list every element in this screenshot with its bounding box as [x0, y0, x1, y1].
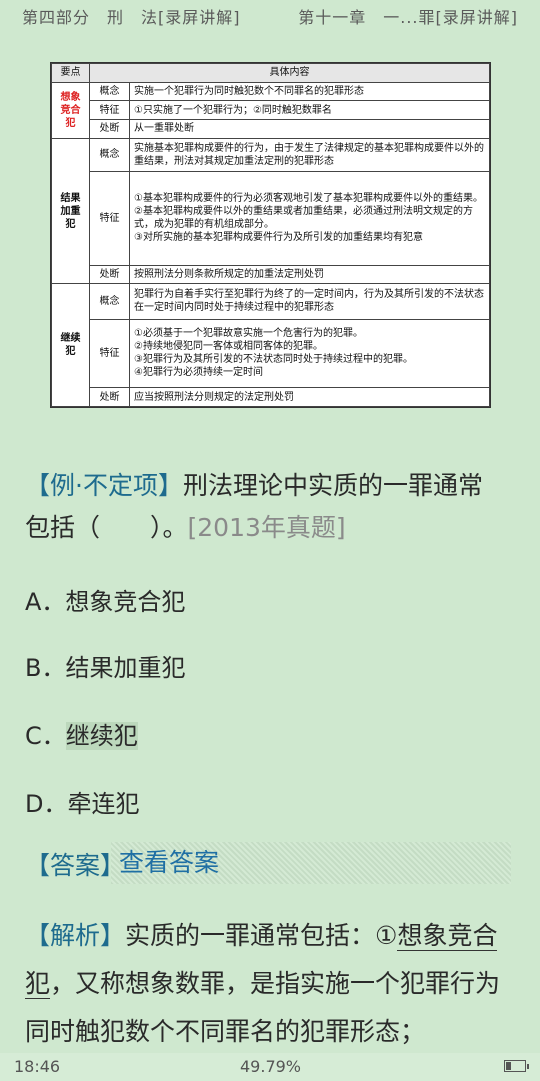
feature-line: ①必须基于一个犯罪故意实施一个危害行为的犯罪。: [134, 328, 363, 340]
row-text: 犯罪行为自着手实行至犯罪行为终了的一定时间内，行为及其所引发的不法状态在一定时间…: [129, 283, 490, 320]
battery-icon: [504, 1060, 529, 1072]
row-text: ①必须基于一个犯罪故意实施一个危害行为的犯罪。 ②持续地侵犯同一客体或相同客体的…: [129, 318, 490, 389]
summary-table: 要点 具体内容 想象竞合犯 概念 实施一个犯罪行为同时触犯数个不同罪名的犯罪形态…: [51, 63, 490, 407]
row-text: ①只实施了一个犯罪行为；②同时触犯数罪名: [129, 100, 490, 121]
analysis-text: 【解析】实质的一罪通常包括：①想象竞合犯，又称想象数罪，是指实施一个犯罪行为同时…: [25, 912, 520, 1056]
reader-header: 第四部分 刑 法[录屏讲解] 第十一章 一...罪[录屏讲解]: [0, 0, 540, 30]
row-label: 概念: [89, 283, 130, 320]
analysis-part-2: ，又称想象数罪，是指实施一个犯罪行为同时触犯数个不同罪名的犯罪形态；: [25, 969, 501, 1046]
row-text: 实施一个犯罪行为同时触犯数个不同罪名的犯罪形态: [129, 81, 490, 102]
option-d[interactable]: D．牵连犯: [25, 784, 139, 819]
row-label: 处断: [89, 387, 130, 407]
row-label: 处断: [89, 264, 130, 285]
analysis-part-1: 实质的一罪通常包括：①: [125, 921, 398, 950]
battery-fill: [506, 1062, 512, 1070]
option-c-prefix: C．: [25, 722, 66, 750]
question-text-cont: 包括（ ）。: [25, 513, 188, 542]
option-a[interactable]: A．想象竞合犯: [25, 582, 185, 617]
col-header-point: 要点: [51, 63, 90, 83]
clock: 18:46: [14, 1057, 61, 1076]
option-c[interactable]: C．继续犯: [25, 716, 138, 751]
question-line-1: 【例·不定项】刑法理论中实质的一罪通常: [25, 466, 483, 506]
row-label: 特征: [89, 100, 130, 121]
question-line-2: 包括（ ）。[2013年真题]: [25, 508, 346, 548]
feature-line: ③对所实施的基本犯罪构成要件行为及所引发的加重结果均有犯意: [134, 232, 423, 244]
answer-tag: 【答案】: [25, 851, 126, 880]
row-label: 特征: [89, 318, 130, 389]
group-name: 继续犯: [51, 283, 90, 407]
row-text: 按照刑法分则条款所规定的加重法定刑处罚: [129, 264, 490, 285]
row-text: 实施基本犯罪构成要件的行为，由于发生了法律规定的基本犯罪构成要件以外的重结果，刑…: [129, 137, 490, 173]
feature-line: ②基本犯罪构成要件以外的重结果或者加重结果，必须通过刑法明文规定的方式，成为犯罪…: [134, 206, 473, 231]
row-text: 应当按照刑法分则规定的法定刑处罚: [129, 387, 490, 407]
row-text: 从一重罪处断: [129, 119, 490, 139]
question-year: [2013年真题]: [187, 513, 346, 542]
feature-line: ①基本犯罪构成要件的行为必须客观地引发了基本犯罪构成要件以外的重结果。: [134, 193, 483, 205]
feature-line: ③犯罪行为及其所引发的不法状态同时处于持续过程中的犯罪。: [134, 354, 413, 366]
group-name: 结果加重犯: [51, 137, 90, 285]
col-header-content: 具体内容: [89, 63, 490, 83]
group-name: 想象竞合犯: [51, 81, 90, 139]
feature-line: ②持续地侵犯同一客体或相同客体的犯罪。: [134, 341, 323, 353]
question-tag: 【例·不定项】: [25, 471, 183, 500]
option-c-text: 继续犯: [65, 722, 138, 750]
row-text: ①基本犯罪构成要件的行为必须客观地引发了基本犯罪构成要件以外的重结果。 ②基本犯…: [129, 171, 490, 266]
row-label: 处断: [89, 119, 130, 139]
option-b[interactable]: B．结果加重犯: [25, 648, 185, 683]
chapter-title: 第十一章 一...罪[录屏讲解]: [298, 8, 518, 27]
analysis-tag: 【解析】: [25, 921, 126, 950]
part-title: 第四部分 刑 法[录屏讲解]: [22, 8, 241, 27]
question-text: 刑法理论中实质的一罪通常: [182, 471, 483, 500]
row-label: 概念: [89, 137, 130, 173]
view-answer-link[interactable]: 查看答案: [111, 842, 511, 884]
status-bar: 18:46 49.79%: [0, 1053, 540, 1081]
feature-line: ④犯罪行为必须持续一定时间: [134, 367, 263, 379]
summary-table-image: 要点 具体内容 想象竞合犯 概念 实施一个犯罪行为同时触犯数个不同罪名的犯罪形态…: [50, 62, 491, 408]
answer-row: 【答案】 查看答案: [25, 842, 511, 884]
reading-progress: 49.79%: [240, 1057, 302, 1076]
row-label: 概念: [89, 81, 130, 102]
row-label: 特征: [89, 171, 130, 266]
